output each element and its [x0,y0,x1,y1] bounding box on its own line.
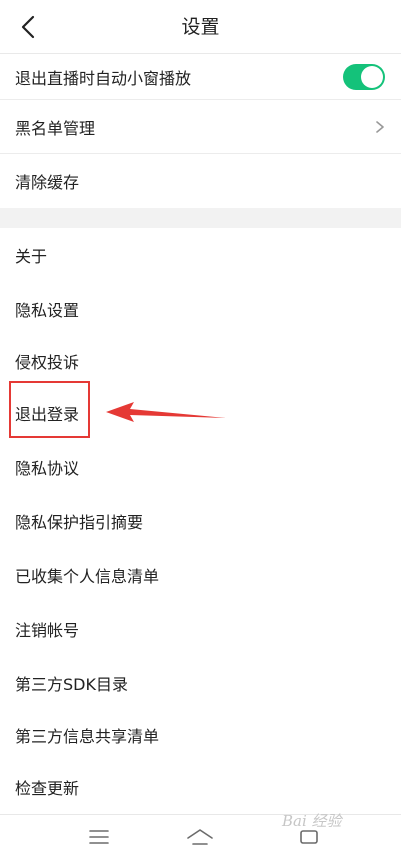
chevron-left-icon [21,15,35,39]
settings-item-infringement-complaint[interactable]: 侵权投诉 [0,336,401,386]
system-nav-bar [0,814,401,858]
auto-mini-window-row[interactable]: 退出直播时自动小窗播放 [0,54,401,100]
settings-item-label: 第三方SDK目录 [15,675,128,694]
settings-item-label: 已收集个人信息清单 [15,567,160,586]
menu-button[interactable] [84,823,114,851]
auto-mini-window-toggle[interactable] [343,63,385,90]
settings-item-third-party-sdk[interactable]: 第三方SDK目录 [0,656,401,710]
settings-item-about[interactable]: 关于 [0,228,401,282]
section-divider [0,208,401,228]
back-nav-button[interactable] [294,823,324,851]
home-button[interactable] [185,823,215,851]
settings-item-third-party-sharing[interactable]: 第三方信息共享清单 [0,710,401,760]
back-nav-icon [300,830,318,844]
pointer-arrow-icon [106,402,226,422]
settings-item-privacy-agreement[interactable]: 隐私协议 [0,440,401,494]
auto-mini-window-label: 退出直播时自动小窗播放 [15,68,192,88]
settings-item-privacy-settings[interactable]: 隐私设置 [0,282,401,336]
menu-icon [89,830,109,844]
settings-item-label: 侵权投诉 [15,353,80,372]
settings-item-label: 隐私协议 [15,459,80,478]
home-icon [187,829,213,845]
settings-item-cancel-account[interactable]: 注销帐号 [0,602,401,656]
settings-item-label: 隐私保护指引摘要 [15,513,144,532]
settings-item-collected-info-list[interactable]: 已收集个人信息清单 [0,548,401,602]
top-bar: 设置 [0,0,401,54]
settings-item-label: 隐私设置 [15,301,80,320]
settings-item-label: 关于 [15,247,48,266]
blacklist-row[interactable]: 黑名单管理 [0,100,401,154]
settings-item-privacy-guide-summary[interactable]: 隐私保护指引摘要 [0,494,401,548]
blacklist-label: 黑名单管理 [15,118,96,138]
settings-item-check-update[interactable]: 检查更新 [0,760,401,814]
chevron-right-icon [376,120,384,133]
toggle-knob [361,65,383,88]
clear-cache-row[interactable]: 清除缓存 [0,154,401,208]
settings-item-label: 注销帐号 [15,621,80,640]
clear-cache-label: 清除缓存 [15,173,80,192]
settings-item-label: 第三方信息共享清单 [15,727,160,746]
page-title: 设置 [181,16,220,38]
settings-page: 设置 退出直播时自动小窗播放 黑名单管理 清除缓存 关于 隐私设置 侵权投诉 退… [0,0,401,858]
settings-item-label: 检查更新 [15,779,80,798]
back-button[interactable] [12,10,44,44]
